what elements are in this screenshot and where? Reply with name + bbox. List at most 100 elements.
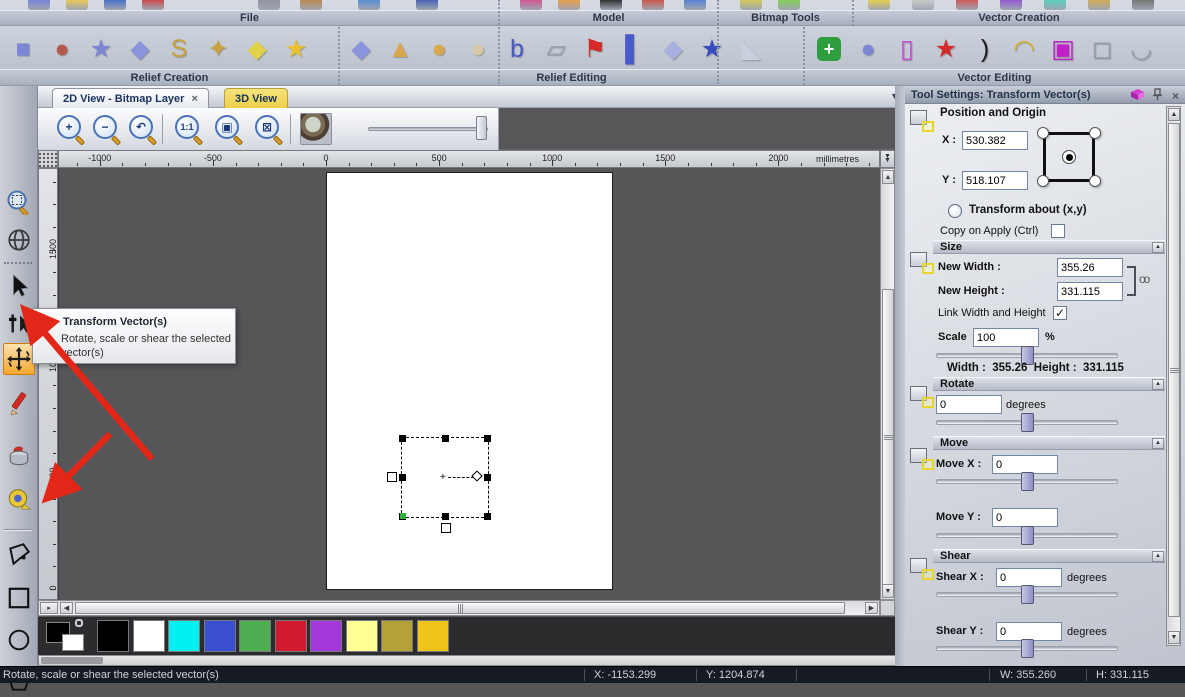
tab-close-icon[interactable]: ×: [191, 93, 197, 105]
panel-scroll-thumb[interactable]: [1168, 123, 1180, 617]
panel-header[interactable]: Tool Settings: Transform Vector(s) ×: [905, 86, 1185, 104]
scroll-down-arrow[interactable]: ▼: [882, 584, 894, 598]
smooth-relief-icon[interactable]: ◆: [344, 29, 378, 69]
canvas-vscrollbar[interactable]: ▲ ▼: [880, 168, 895, 600]
erase-relief-icon[interactable]: ●: [461, 29, 495, 69]
move-section-band[interactable]: Move▲: [933, 436, 1165, 450]
texture-relief-icon[interactable]: ★: [279, 29, 313, 69]
ribbon-row1-icon[interactable]: [1088, 0, 1110, 10]
panel-scrollbar[interactable]: ▲ ▼: [1166, 106, 1181, 646]
palette-swatch[interactable]: [381, 620, 413, 652]
ribbon-group-vector-creation[interactable]: Vector Creation: [853, 10, 1185, 26]
pin-icon[interactable]: [1152, 88, 1163, 101]
selection-stretch-handle[interactable]: [441, 523, 451, 533]
selection-handle[interactable]: [484, 435, 491, 442]
x-position-input[interactable]: [962, 131, 1028, 150]
ribbon-row1-icon[interactable]: [1000, 0, 1022, 10]
origin-selector[interactable]: [1037, 127, 1101, 187]
ribbon-group-relief-editing[interactable]: Relief Editing: [339, 69, 804, 86]
move-y-slider-thumb[interactable]: [1021, 526, 1034, 545]
smooth-wedge-icon[interactable]: ◣: [734, 29, 768, 69]
scroll-down-arrow[interactable]: ▼: [1168, 631, 1180, 644]
ruler-origin-button[interactable]: [38, 150, 58, 168]
palette-swatch[interactable]: [239, 620, 271, 652]
panel-close-icon[interactable]: ×: [1172, 87, 1179, 105]
scroll-up-arrow[interactable]: ▲: [1168, 108, 1180, 121]
origin-corner-bottom-left[interactable]: [1037, 175, 1049, 187]
scroll-left-arrow[interactable]: ◀: [60, 602, 73, 614]
select-vectors-tool[interactable]: [3, 270, 35, 302]
create-rectangle-tool[interactable]: [3, 582, 35, 614]
rotate-slider-thumb[interactable]: [1021, 413, 1034, 432]
extrude-relief-icon[interactable]: ★: [84, 29, 118, 69]
link-colors-icon[interactable]: [75, 619, 83, 627]
drawing-canvas[interactable]: +: [58, 168, 880, 600]
ribbon-row1-icon[interactable]: [520, 0, 542, 10]
origin-corner-top-left[interactable]: [1037, 127, 1049, 139]
palette-swatch[interactable]: [346, 620, 378, 652]
origin-center-radio[interactable]: [1062, 150, 1076, 164]
shear-section-band[interactable]: Shear▲: [933, 549, 1165, 563]
palette-scrollbar[interactable]: [38, 655, 905, 666]
ribbon-row1-icon[interactable]: [740, 0, 762, 10]
measure-tool[interactable]: [3, 388, 35, 420]
ruler-unit-dropdown[interactable]: ▼▼: [880, 150, 895, 168]
ribbon-row1-icon[interactable]: [600, 0, 622, 10]
relief-clipart-icon[interactable]: ⚑: [578, 29, 612, 69]
palette-swatch[interactable]: [417, 620, 449, 652]
ribbon-group-model[interactable]: Model: [499, 10, 718, 26]
flood-fill-tool[interactable]: [3, 440, 35, 472]
hscroll-thumb[interactable]: [75, 602, 845, 614]
distort-relief-icon[interactable]: ▌: [617, 29, 651, 69]
help-book-icon[interactable]: [1130, 88, 1145, 101]
vector-texture-icon[interactable]: ★: [929, 29, 963, 69]
ribbon-row1-icon[interactable]: [142, 0, 164, 10]
contrast-slider-handle[interactable]: [476, 116, 487, 140]
ribbon-group-relief-creation[interactable]: Relief Creation: [0, 69, 339, 86]
ribbon-group-file[interactable]: File: [0, 10, 499, 26]
size-section-band[interactable]: Size▲: [933, 240, 1165, 254]
palette-swatch[interactable]: [168, 620, 200, 652]
panel-splitter[interactable]: [895, 86, 905, 666]
shape-editor-icon[interactable]: ●: [45, 29, 79, 69]
scroll-right-arrow[interactable]: ▶: [865, 602, 878, 614]
transform-vectors-tool[interactable]: [3, 343, 35, 375]
zoom-1to1-button[interactable]: 1:1: [174, 114, 204, 144]
ribbon-row1-icon[interactable]: [28, 0, 50, 10]
collapse-arrow-icon[interactable]: ▲: [1152, 379, 1164, 390]
selection-handle[interactable]: [484, 474, 491, 481]
ribbon-row1-icon[interactable]: [778, 0, 800, 10]
vector-doctor-icon[interactable]: ●: [851, 29, 885, 69]
ribbon-row1-icon[interactable]: [868, 0, 890, 10]
new-width-input[interactable]: [1057, 258, 1123, 277]
ribbon-row1-icon[interactable]: [416, 0, 438, 10]
move-x-slider-thumb[interactable]: [1021, 472, 1034, 491]
ribbon-row1-icon[interactable]: [956, 0, 978, 10]
selection-center-cross[interactable]: +: [440, 472, 446, 483]
zoom-object-button[interactable]: ▣: [214, 114, 244, 144]
shear-y-slider-thumb[interactable]: [1021, 639, 1034, 658]
envelope-distort-icon[interactable]: ▯: [890, 29, 924, 69]
collapse-arrow-icon[interactable]: ▲: [1152, 242, 1164, 253]
rotate-input[interactable]: [936, 395, 1002, 414]
ribbon-row1-icon[interactable]: [358, 0, 380, 10]
palette-swatch[interactable]: [97, 620, 129, 652]
vector-selection-box[interactable]: +: [401, 437, 489, 518]
link-width-height-checkbox[interactable]: ✓: [1053, 306, 1067, 320]
selection-handle[interactable]: [442, 513, 449, 520]
ribbon-row1-icon[interactable]: [912, 0, 934, 10]
rotate-section-band[interactable]: Rotate▲: [933, 377, 1165, 391]
zoom-in-button[interactable]: +: [56, 114, 86, 144]
ribbon-row1-icon[interactable]: [642, 0, 664, 10]
emboss-relief-icon[interactable]: b: [500, 29, 534, 69]
create-polyline-tool[interactable]: [3, 538, 35, 570]
vscroll-thumb[interactable]: [882, 289, 894, 585]
texture-flow-icon[interactable]: ★: [695, 29, 729, 69]
unwrap-relief-icon[interactable]: ▱: [539, 29, 573, 69]
palette-swatch[interactable]: [275, 620, 307, 652]
selection-handle[interactable]: [484, 513, 491, 520]
secondary-color[interactable]: [62, 634, 84, 651]
ribbon-row1-icon[interactable]: [684, 0, 706, 10]
palette-scroll-thumb[interactable]: [41, 657, 103, 664]
selection-handle[interactable]: [442, 435, 449, 442]
